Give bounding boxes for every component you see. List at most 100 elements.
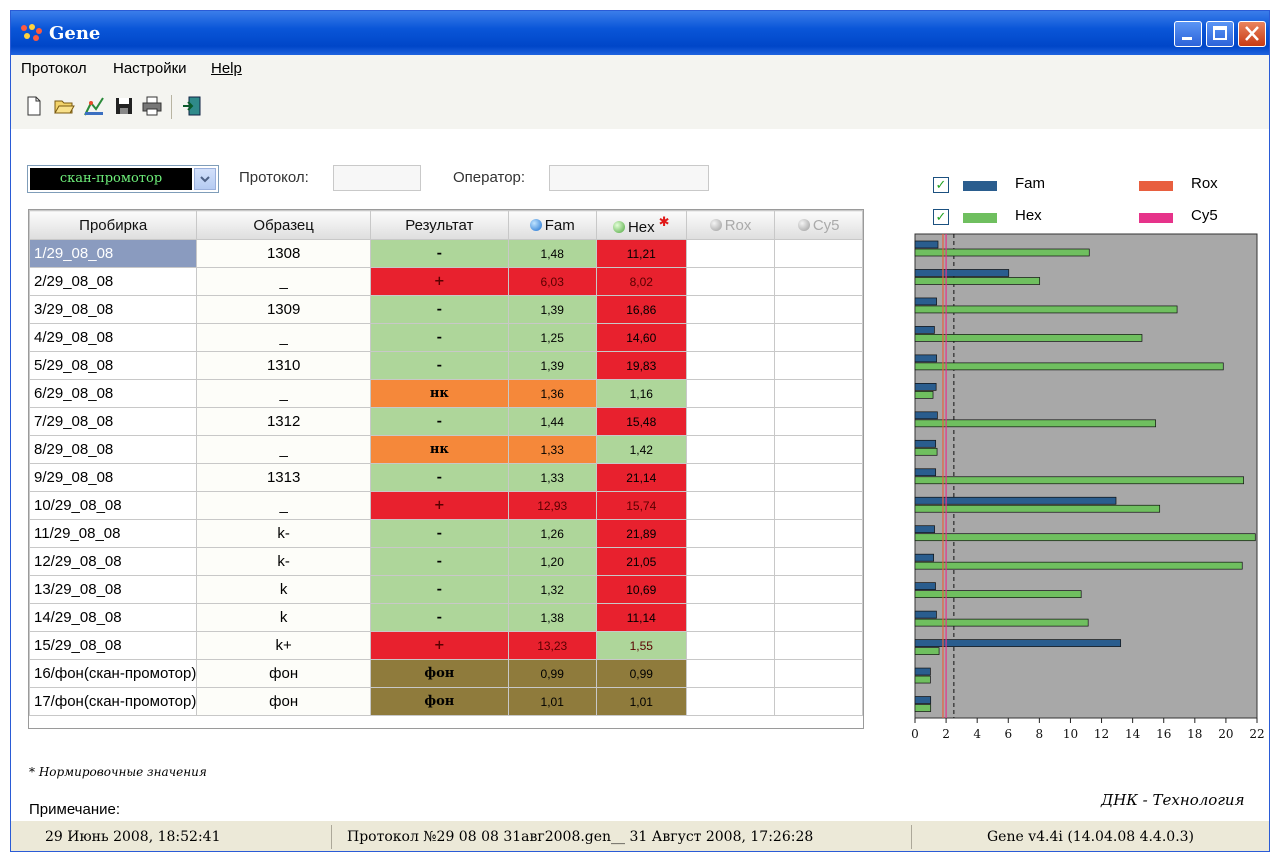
protocol-field[interactable] — [333, 165, 421, 191]
cell-result[interactable]: фон — [369, 687, 509, 716]
cell-hex[interactable]: 1,55 — [595, 631, 687, 660]
table-row[interactable]: 11/29_08_08 k- -1,26 21,89 — [28, 519, 863, 548]
cell-rox[interactable] — [685, 435, 776, 464]
cell-result[interactable]: - — [369, 323, 509, 352]
cell-hex[interactable]: 15,74 — [595, 491, 687, 520]
cell-cy5[interactable] — [774, 295, 863, 324]
legend-checkbox-rox[interactable] — [1109, 177, 1125, 193]
cell-fam[interactable]: 1,38 — [507, 603, 597, 632]
table-row[interactable]: 12/29_08_08 k- -1,20 21,05 — [28, 547, 863, 576]
cell-tube[interactable]: 4/29_08_08 — [28, 323, 198, 352]
cell-cy5[interactable] — [774, 239, 863, 268]
cell-sample[interactable]: 1313 — [196, 463, 371, 492]
cell-sample[interactable]: _ — [196, 267, 371, 296]
cell-hex[interactable]: 21,89 — [595, 519, 687, 548]
cell-rox[interactable] — [685, 659, 776, 688]
cell-rox[interactable] — [685, 687, 776, 716]
cell-result[interactable]: - — [369, 295, 509, 324]
cell-tube[interactable]: 16/фон(скан-промотор) — [28, 659, 198, 688]
cell-sample[interactable]: 1309 — [196, 295, 371, 324]
dropdown-button[interactable] — [194, 168, 216, 190]
cell-hex[interactable]: 19,83 — [595, 351, 687, 380]
cell-fam[interactable]: 1,33 — [507, 435, 597, 464]
table-row[interactable]: 8/29_08_08 _ нк 1,33 1,42 — [28, 435, 863, 464]
col-header-cy5[interactable]: Cy5 — [774, 210, 863, 240]
cell-tube[interactable]: 10/29_08_08 — [28, 491, 198, 520]
table-row[interactable]: 5/29_08_08 1310-1,39 19,83 — [28, 351, 863, 380]
col-header-tube[interactable]: Пробирка — [28, 210, 198, 240]
cell-hex[interactable]: 11,21 — [595, 239, 687, 268]
table-row[interactable]: 3/29_08_08 1309-1,39 16,86 — [28, 295, 863, 324]
cell-result[interactable]: нк — [369, 435, 509, 464]
cell-hex[interactable]: 1,42 — [595, 435, 687, 464]
menu-settings[interactable]: Настройки — [113, 60, 187, 77]
cell-fam[interactable]: 1,32 — [507, 575, 597, 604]
cell-tube[interactable]: 3/29_08_08 — [28, 295, 198, 324]
cell-tube[interactable]: 14/29_08_08 — [28, 603, 198, 632]
table-row[interactable]: 15/29_08_08 k+ +13,23 1,55 — [28, 631, 863, 660]
cell-tube[interactable]: 11/29_08_08 — [28, 519, 198, 548]
table-row[interactable]: 17/фон(скан-промотор) фон фон 1,01 1,01 — [28, 687, 863, 716]
cell-fam[interactable]: 1,39 — [507, 351, 597, 380]
table-row[interactable]: 10/29_08_08 _ +12,93 15,74 — [28, 491, 863, 520]
cell-cy5[interactable] — [774, 463, 863, 492]
cell-tube[interactable]: 12/29_08_08 — [28, 547, 198, 576]
cell-hex[interactable]: 1,01 — [595, 687, 687, 716]
cell-cy5[interactable] — [774, 575, 863, 604]
cell-tube[interactable]: 8/29_08_08 — [28, 435, 198, 464]
open-folder-icon[interactable] — [53, 95, 75, 117]
cell-cy5[interactable] — [774, 491, 863, 520]
table-row[interactable]: 9/29_08_08 1313-1,33 21,14 — [28, 463, 863, 492]
cell-tube[interactable]: 5/29_08_08 — [28, 351, 198, 380]
cell-sample[interactable]: _ — [196, 379, 371, 408]
col-header-fam[interactable]: Fam — [507, 210, 597, 240]
table-row[interactable]: 7/29_08_08 1312-1,44 15,48 — [28, 407, 863, 436]
cell-sample[interactable]: 1312 — [196, 407, 371, 436]
cell-rox[interactable] — [685, 631, 776, 660]
print-icon[interactable] — [141, 95, 163, 117]
col-header-result[interactable]: Результат — [369, 210, 509, 240]
cell-result[interactable]: фон — [369, 659, 509, 688]
cell-sample[interactable]: k — [196, 603, 371, 632]
legend-checkbox-fam[interactable]: ✓ — [933, 177, 949, 193]
cell-sample[interactable]: 1308 — [196, 239, 371, 268]
cell-result[interactable]: нк — [369, 379, 509, 408]
cell-tube[interactable]: 15/29_08_08 — [28, 631, 198, 660]
cell-tube[interactable]: 9/29_08_08 — [28, 463, 198, 492]
cell-cy5[interactable] — [774, 631, 863, 660]
preset-select[interactable]: скан-промотор — [27, 165, 219, 193]
cell-rox[interactable] — [685, 267, 776, 296]
col-header-hex[interactable]: Hex ✱ — [595, 210, 687, 240]
cell-rox[interactable] — [685, 379, 776, 408]
cell-rox[interactable] — [685, 491, 776, 520]
cell-cy5[interactable] — [774, 379, 863, 408]
cell-sample[interactable]: _ — [196, 435, 371, 464]
maximize-button[interactable] — [1206, 21, 1234, 47]
cell-cy5[interactable] — [774, 687, 863, 716]
cell-fam[interactable]: 1,44 — [507, 407, 597, 436]
operator-field[interactable] — [549, 165, 709, 191]
cell-tube[interactable]: 2/29_08_08 — [28, 267, 198, 296]
cell-hex[interactable]: 10,69 — [595, 575, 687, 604]
cell-fam[interactable]: 12,93 — [507, 491, 597, 520]
cell-cy5[interactable] — [774, 435, 863, 464]
exit-icon[interactable] — [181, 95, 203, 117]
cell-tube[interactable]: 17/фон(скан-промотор) — [28, 687, 198, 716]
cell-rox[interactable] — [685, 547, 776, 576]
col-header-sample[interactable]: Образец — [196, 210, 371, 240]
cell-result[interactable]: - — [369, 575, 509, 604]
cell-sample[interactable]: фон — [196, 659, 371, 688]
cell-rox[interactable] — [685, 575, 776, 604]
cell-sample[interactable]: k — [196, 575, 371, 604]
cell-rox[interactable] — [685, 295, 776, 324]
cell-result[interactable]: + — [369, 267, 509, 296]
cell-result[interactable]: - — [369, 407, 509, 436]
cell-fam[interactable]: 6,03 — [507, 267, 597, 296]
cell-tube[interactable]: 7/29_08_08 — [28, 407, 198, 436]
cell-fam[interactable]: 13,23 — [507, 631, 597, 660]
cell-result[interactable]: - — [369, 519, 509, 548]
cell-sample[interactable]: _ — [196, 323, 371, 352]
legend-checkbox-cy5[interactable] — [1109, 209, 1125, 225]
chart-icon[interactable] — [83, 95, 105, 117]
cell-cy5[interactable] — [774, 519, 863, 548]
